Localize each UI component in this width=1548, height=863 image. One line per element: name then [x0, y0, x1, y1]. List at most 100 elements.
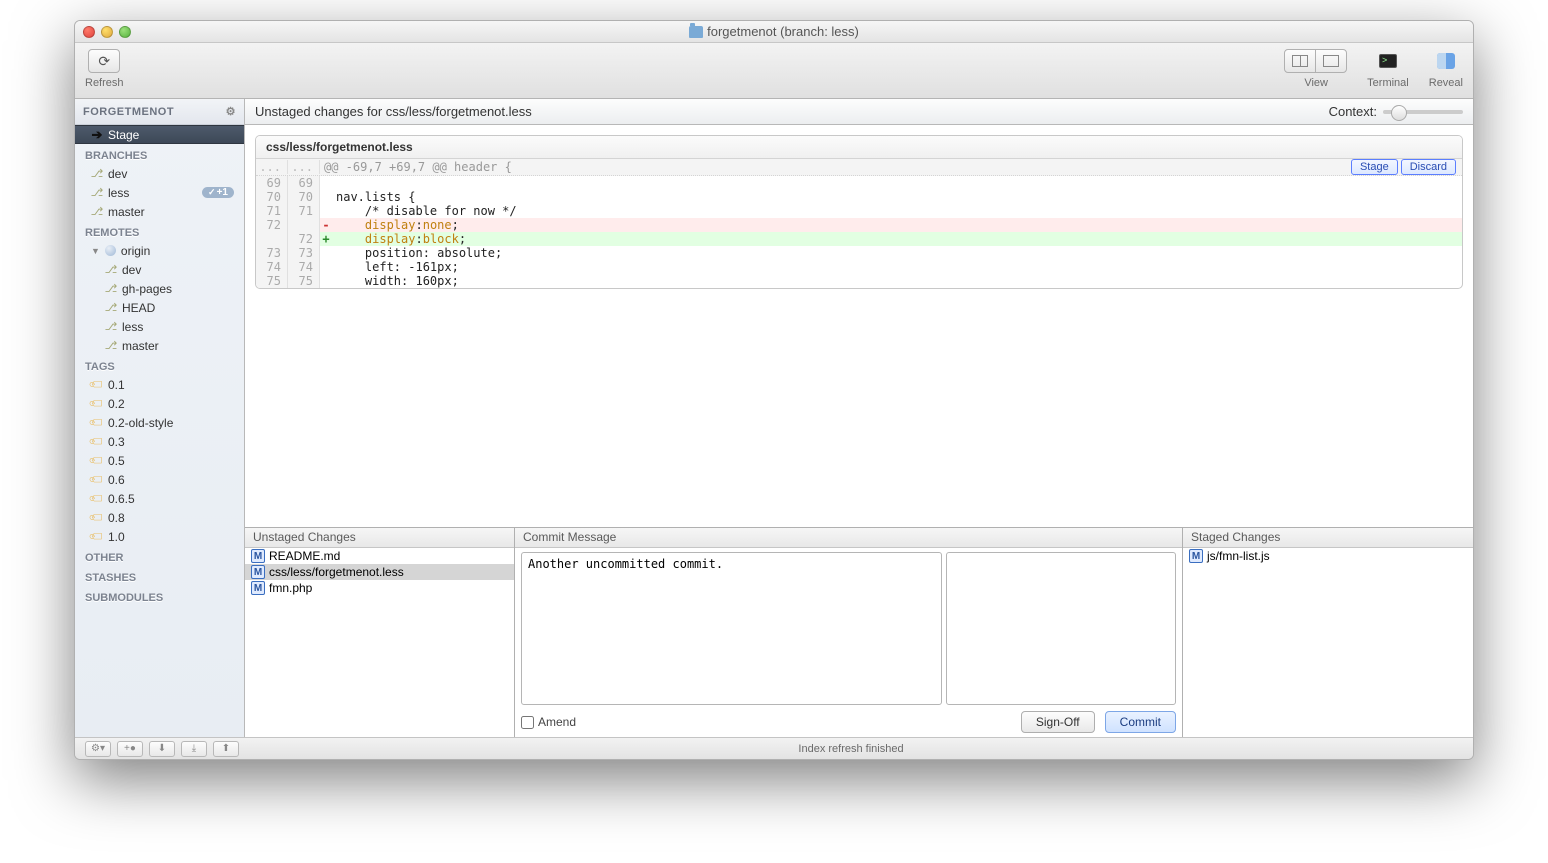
window-title: forgetmenot (branch: less) — [75, 24, 1473, 39]
tag-icon: 🏷 — [88, 414, 106, 432]
diff-line[interactable]: 7474 left: -161px; — [256, 260, 1462, 274]
tags-heading: TAGS — [75, 355, 244, 375]
sidebar-branch-less[interactable]: ⎇less+1 — [75, 183, 244, 202]
zoom-window-button[interactable] — [119, 26, 131, 38]
sidebar-branch-dev[interactable]: ⎇dev — [75, 164, 244, 183]
sidebar-tag-0.6[interactable]: 🏷0.6 — [75, 470, 244, 489]
reveal-button[interactable] — [1430, 49, 1462, 73]
remotes-heading: REMOTES — [75, 221, 244, 241]
footer-add-remote-button[interactable]: +● — [117, 741, 143, 757]
sidebar-remote-branch-HEAD[interactable]: ⎇HEAD — [75, 298, 244, 317]
sidebar-tag-0.2-old-style[interactable]: 🏷0.2-old-style — [75, 413, 244, 432]
branches-heading: BRANCHES — [75, 144, 244, 164]
signoff-button[interactable]: Sign-Off — [1021, 711, 1095, 733]
sidebar-tag-0.1[interactable]: 🏷0.1 — [75, 375, 244, 394]
sidebar: FORGETMENOT ➔ Stage BRANCHES ⎇dev⎇less+1… — [75, 99, 245, 737]
gear-icon[interactable] — [226, 105, 236, 118]
commit-heading: Commit Message — [515, 528, 1182, 548]
branch-icon: ⎇ — [91, 186, 103, 199]
tag-icon: 🏷 — [88, 471, 106, 489]
sidebar-tag-1.0[interactable]: 🏷1.0 — [75, 527, 244, 546]
branch-icon: ⎇ — [91, 205, 103, 218]
staged-panel: Staged Changes Mjs/fmn-list.js — [1183, 528, 1473, 737]
branch-icon: ⎇ — [105, 320, 117, 333]
view-segment — [1285, 49, 1347, 73]
sidebar-repo-header: FORGETMENOT — [75, 99, 244, 125]
unstaged-heading: Unstaged Changes — [245, 528, 514, 548]
modified-icon: M — [251, 549, 265, 563]
diff-line[interactable]: 7070 nav.lists { — [256, 190, 1462, 204]
disclosure-triangle-icon: ▼ — [91, 246, 100, 256]
branch-icon: ⎇ — [105, 263, 117, 276]
minimize-window-button[interactable] — [101, 26, 113, 38]
diff-line[interactable]: 72+ display:block; — [256, 232, 1462, 246]
view-label: View — [1304, 77, 1328, 89]
unstaged-panel: Unstaged Changes MREADME.mdMcss/less/for… — [245, 528, 515, 737]
unstaged-list: MREADME.mdMcss/less/forgetmenot.lessMfmn… — [245, 548, 514, 737]
branch-icon: ⎇ — [105, 301, 117, 314]
amend-checkbox[interactable]: Amend — [521, 715, 576, 729]
sidebar-remote-branch-dev[interactable]: ⎇dev — [75, 260, 244, 279]
folder-icon — [689, 26, 703, 38]
view-full-button[interactable] — [1315, 49, 1347, 73]
view-split-button[interactable] — [1284, 49, 1316, 73]
stage-icon: ➔ — [91, 127, 103, 143]
sidebar-stage[interactable]: ➔ Stage — [75, 125, 244, 144]
close-window-button[interactable] — [83, 26, 95, 38]
footer-fetch-button[interactable]: ⬇ — [149, 741, 175, 757]
stashes-heading: STASHES — [75, 566, 244, 586]
status-bar: ⚙▾ +● ⬇ ⤓ ⬆ Index refresh finished — [75, 737, 1473, 759]
footer-push-button[interactable]: ⬆ — [213, 741, 239, 757]
sidebar-tag-0.5[interactable]: 🏷0.5 — [75, 451, 244, 470]
refresh-button[interactable]: ⟳ — [88, 49, 120, 73]
sidebar-remote-origin[interactable]: ▼ origin — [75, 241, 244, 260]
diff-hunk-header: ...... @@ -69,7 +69,7 @@ header { Stage … — [256, 159, 1462, 176]
commit-message-input[interactable] — [521, 552, 942, 705]
staged-heading: Staged Changes — [1183, 528, 1473, 548]
tag-icon: 🏷 — [88, 395, 106, 413]
footer-pull-button[interactable]: ⤓ — [181, 741, 207, 757]
context-label: Context: — [1329, 104, 1377, 119]
reveal-label: Reveal — [1429, 77, 1463, 89]
diff-area: css/less/forgetmenot.less ...... @@ -69,… — [245, 125, 1473, 527]
context-control: Context: — [1329, 104, 1463, 119]
sidebar-remote-branch-gh-pages[interactable]: ⎇gh-pages — [75, 279, 244, 298]
diff-line[interactable]: 6969 — [256, 176, 1462, 190]
staged-file-row[interactable]: Mjs/fmn-list.js — [1183, 548, 1473, 564]
terminal-icon — [1379, 54, 1397, 68]
tag-icon: 🏷 — [88, 433, 106, 451]
footer-action-button[interactable]: ⚙▾ — [85, 741, 111, 757]
sidebar-tag-0.3[interactable]: 🏷0.3 — [75, 432, 244, 451]
diff-line[interactable]: 7373 position: absolute; — [256, 246, 1462, 260]
discard-hunk-button[interactable]: Discard — [1401, 159, 1456, 175]
sidebar-tag-0.8[interactable]: 🏷0.8 — [75, 508, 244, 527]
terminal-button[interactable] — [1372, 49, 1404, 73]
context-slider[interactable] — [1383, 110, 1463, 114]
traffic-lights — [83, 26, 131, 38]
stage-hunk-button[interactable]: Stage — [1351, 159, 1398, 175]
finder-icon — [1437, 53, 1455, 69]
tag-icon: 🏷 — [88, 490, 106, 508]
diff-line[interactable]: 72- display:none; — [256, 218, 1462, 232]
refresh-label: Refresh — [85, 77, 124, 89]
titlebar: forgetmenot (branch: less) — [75, 21, 1473, 43]
app-window: forgetmenot (branch: less) ⟳ Refresh Vie… — [74, 20, 1474, 760]
unstaged-file-row[interactable]: MREADME.md — [245, 548, 514, 564]
diff-line[interactable]: 7171 /* disable for now */ — [256, 204, 1462, 218]
diff-line[interactable]: 7575 width: 160px; — [256, 274, 1462, 288]
tag-icon: 🏷 — [88, 452, 106, 470]
file-header-bar: Unstaged changes for css/less/forgetmeno… — [245, 99, 1473, 125]
file-header-text: Unstaged changes for css/less/forgetmeno… — [255, 104, 532, 119]
unstaged-file-row[interactable]: Mcss/less/forgetmenot.less — [245, 564, 514, 580]
commit-details-box — [946, 552, 1176, 705]
commit-button[interactable]: Commit — [1105, 711, 1176, 733]
modified-icon: M — [251, 581, 265, 595]
branch-badge: +1 — [202, 187, 234, 198]
sidebar-tag-0.2[interactable]: 🏷0.2 — [75, 394, 244, 413]
sidebar-remote-branch-less[interactable]: ⎇less — [75, 317, 244, 336]
unstaged-file-row[interactable]: Mfmn.php — [245, 580, 514, 596]
sidebar-branch-master[interactable]: ⎇master — [75, 202, 244, 221]
status-text: Index refresh finished — [798, 743, 903, 755]
sidebar-remote-branch-master[interactable]: ⎇master — [75, 336, 244, 355]
sidebar-tag-0.6.5[interactable]: 🏷0.6.5 — [75, 489, 244, 508]
